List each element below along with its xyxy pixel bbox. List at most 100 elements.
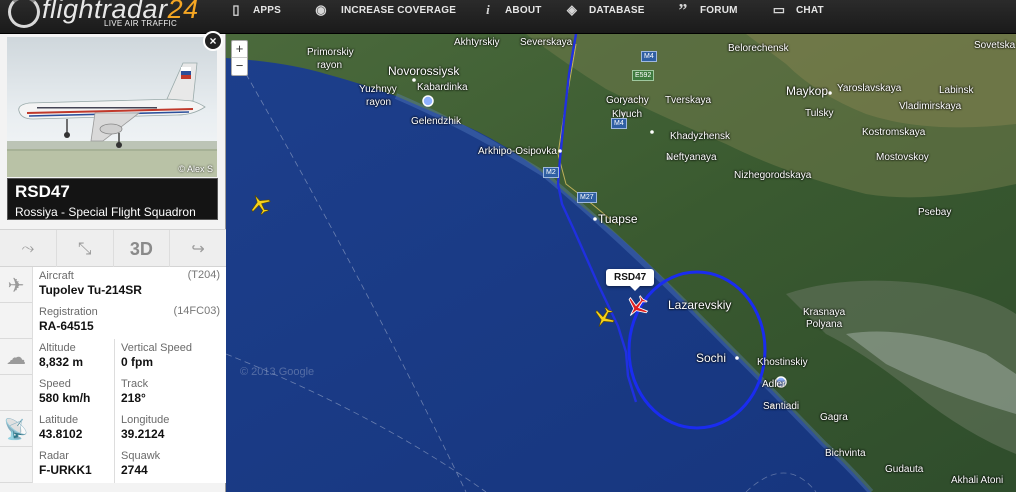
city-sovetskaya: Sovetska bbox=[974, 40, 1016, 51]
follow-button[interactable]: ⤡ bbox=[57, 230, 114, 268]
road-shield-e592: E592 bbox=[632, 70, 655, 81]
road-shield-m4-south: M4 bbox=[611, 118, 627, 129]
nav-chat-label: CHAT bbox=[796, 4, 824, 16]
city-polyana: Polyana bbox=[806, 319, 843, 330]
nav-about[interactable]: i ABOUT bbox=[481, 0, 542, 20]
route-button[interactable]: ⤳ bbox=[0, 230, 57, 268]
radar-row: Radar F-URKK1 Squawk 2744 bbox=[0, 447, 226, 483]
city-rayon-1: rayon bbox=[317, 60, 343, 71]
latitude-cell: Latitude 43.8102 bbox=[32, 411, 114, 447]
zoom-in-button[interactable]: + bbox=[232, 41, 247, 58]
3d-view-button[interactable]: 3D bbox=[114, 230, 171, 268]
flightradar24-logo[interactable]: flightradar24 LIVE AIR TRAFFIC bbox=[2, 0, 216, 34]
longitude-value: 39.2124 bbox=[121, 427, 165, 441]
squawk-value: 2744 bbox=[121, 463, 148, 477]
aircraft-value: Tupolev Tu-214SR bbox=[39, 283, 142, 297]
city-tverskaya: Tverskaya bbox=[665, 95, 712, 106]
nav-increase-coverage[interactable]: ◉ INCREASE COVERAGE bbox=[311, 0, 456, 20]
satellite-dish-icon: 📡 bbox=[3, 418, 29, 441]
logo-tagline: LIVE AIR TRAFFIC bbox=[104, 19, 178, 28]
eye-icon: ◉ bbox=[315, 2, 327, 17]
aircraft-photo[interactable]: © Alex S bbox=[7, 37, 217, 177]
city-tuapse: Tuapse bbox=[598, 212, 638, 226]
aircraft-code: (T204) bbox=[187, 269, 220, 281]
nav-chat[interactable]: ▭ CHAT bbox=[772, 0, 824, 20]
city-lazarevskiy: Lazarevskiy bbox=[668, 298, 732, 312]
aircraft-cell: Aircraft Tupolev Tu-214SR (T204) bbox=[32, 267, 226, 303]
city-gudauta: Gudauta bbox=[885, 464, 924, 475]
city-sochi: Sochi bbox=[696, 351, 727, 365]
city-psebay: Psebay bbox=[918, 207, 952, 218]
nav-apps[interactable]: ▯ APPS bbox=[229, 0, 281, 20]
airplane-icon: ✈ bbox=[7, 274, 25, 297]
city-nizhegorodskaya: Nizhegorodskaya bbox=[734, 170, 812, 181]
city-primorskiy: Primorskiy bbox=[307, 47, 354, 58]
city-akhtyrskiy: Akhtyrskiy bbox=[454, 37, 500, 48]
latitude-value: 43.8102 bbox=[39, 427, 83, 441]
yellow-airplane-icon bbox=[251, 195, 271, 216]
altitude-cell: Altitude 8,832 m bbox=[32, 339, 114, 375]
registration-cell: Registration RA-64515 (14FC03) bbox=[32, 303, 226, 339]
aircraft-photo-image bbox=[7, 62, 217, 177]
info-icon: i bbox=[486, 2, 490, 17]
latitude-label: Latitude bbox=[39, 414, 79, 426]
track-label: Track bbox=[121, 378, 149, 390]
city-vladimirskaya: Vladimirskaya bbox=[899, 101, 962, 112]
share-button[interactable]: ↪ bbox=[170, 230, 226, 268]
vertical-speed-cell: Vertical Speed 0 fpm bbox=[114, 339, 226, 375]
city-rayon-2: rayon bbox=[366, 97, 392, 108]
city-labinsk: Labinsk bbox=[939, 85, 974, 96]
map-watermark: © 2013 Google bbox=[240, 366, 315, 378]
route-icon: ⤳ bbox=[21, 240, 35, 257]
nav-forum[interactable]: ” FORUM bbox=[676, 0, 738, 20]
road-shield-m27: M27 bbox=[577, 192, 597, 203]
zoom-controls: + − bbox=[231, 40, 248, 76]
city-kostromskaya: Kostromskaya bbox=[862, 127, 926, 138]
flight-tools-row: ⤳ ⤡ 3D ↪ bbox=[0, 229, 226, 268]
city-novorossiysk: Novorossiysk bbox=[388, 64, 460, 78]
top-navigation-bar: flightradar24 LIVE AIR TRAFFIC ▯ APPS ◉ IN… bbox=[0, 0, 1016, 34]
nav-increase-coverage-label: INCREASE COVERAGE bbox=[341, 4, 457, 16]
speed-value: 580 km/h bbox=[39, 391, 91, 405]
city-akhali-atoni: Akhali Atoni bbox=[951, 475, 1004, 486]
photo-credit: © Alex S bbox=[178, 164, 213, 174]
yellow-airplane-icon bbox=[595, 306, 615, 327]
altitude-row: ☁ Altitude 8,832 m Vertical Speed 0 fpm bbox=[0, 339, 226, 375]
road-shield-m2: M2 bbox=[543, 167, 559, 178]
radar-logo-icon bbox=[8, 0, 40, 28]
city-goryachy: Goryachy bbox=[606, 95, 649, 106]
registration-code: (14FC03) bbox=[173, 305, 220, 317]
city-mostovskoy: Mostovskoy bbox=[876, 152, 929, 163]
close-panel-button[interactable]: × bbox=[203, 31, 223, 51]
callsign-header: RSD47 Rossiya - Special Flight Squadron bbox=[7, 178, 218, 220]
speed-label: Speed bbox=[39, 378, 71, 390]
satellite-map[interactable]: + − Akhtyrskiy Severskaya Belorechensk S… bbox=[226, 34, 1016, 492]
altitude-value: 8,832 m bbox=[39, 355, 84, 369]
share-arrow-icon: ↪ bbox=[191, 241, 205, 258]
city-gagra: Gagra bbox=[820, 412, 848, 423]
airline-name: Rossiya - Special Flight Squadron bbox=[15, 205, 196, 219]
selected-flight-label[interactable]: RSD47 bbox=[606, 269, 655, 291]
registration-row: Registration RA-64515 (14FC03) bbox=[0, 303, 226, 339]
city-severskaya: Severskaya bbox=[520, 37, 573, 48]
track-value: 218° bbox=[121, 391, 146, 405]
city-yuzhnyy: Yuzhnyy bbox=[359, 84, 397, 95]
radar-label: Radar bbox=[39, 450, 69, 462]
speed-cell: Speed 580 km/h bbox=[32, 375, 114, 411]
vertical-speed-label: Vertical Speed bbox=[121, 342, 192, 354]
city-kabardinka: Kabardinka bbox=[417, 82, 468, 93]
cloud-icon: ☁ bbox=[6, 346, 26, 369]
flight-info-panel: © Alex S × RSD47 Rossiya - Special Fligh… bbox=[0, 31, 226, 492]
city-gelendzhik: Gelendzhik bbox=[411, 116, 462, 127]
radar-value: F-URKK1 bbox=[39, 463, 92, 477]
city-arkhipo-osipovka: Arkhipo-Osipovka bbox=[478, 146, 557, 157]
zoom-out-button[interactable]: − bbox=[232, 58, 247, 75]
altitude-label: Altitude bbox=[39, 342, 76, 354]
squawk-cell: Squawk 2744 bbox=[114, 447, 226, 483]
app-root: flightradar24 LIVE AIR TRAFFIC ▯ APPS ◉ IN… bbox=[0, 0, 1016, 492]
city-khadyzhensk: Khadyzhensk bbox=[670, 131, 731, 142]
nav-database[interactable]: ◈ DATABASE bbox=[565, 0, 645, 20]
city-adler: Adler bbox=[762, 379, 786, 390]
longitude-cell: Longitude 39.2124 bbox=[114, 411, 226, 447]
flight-callsign: RSD47 bbox=[15, 182, 70, 201]
